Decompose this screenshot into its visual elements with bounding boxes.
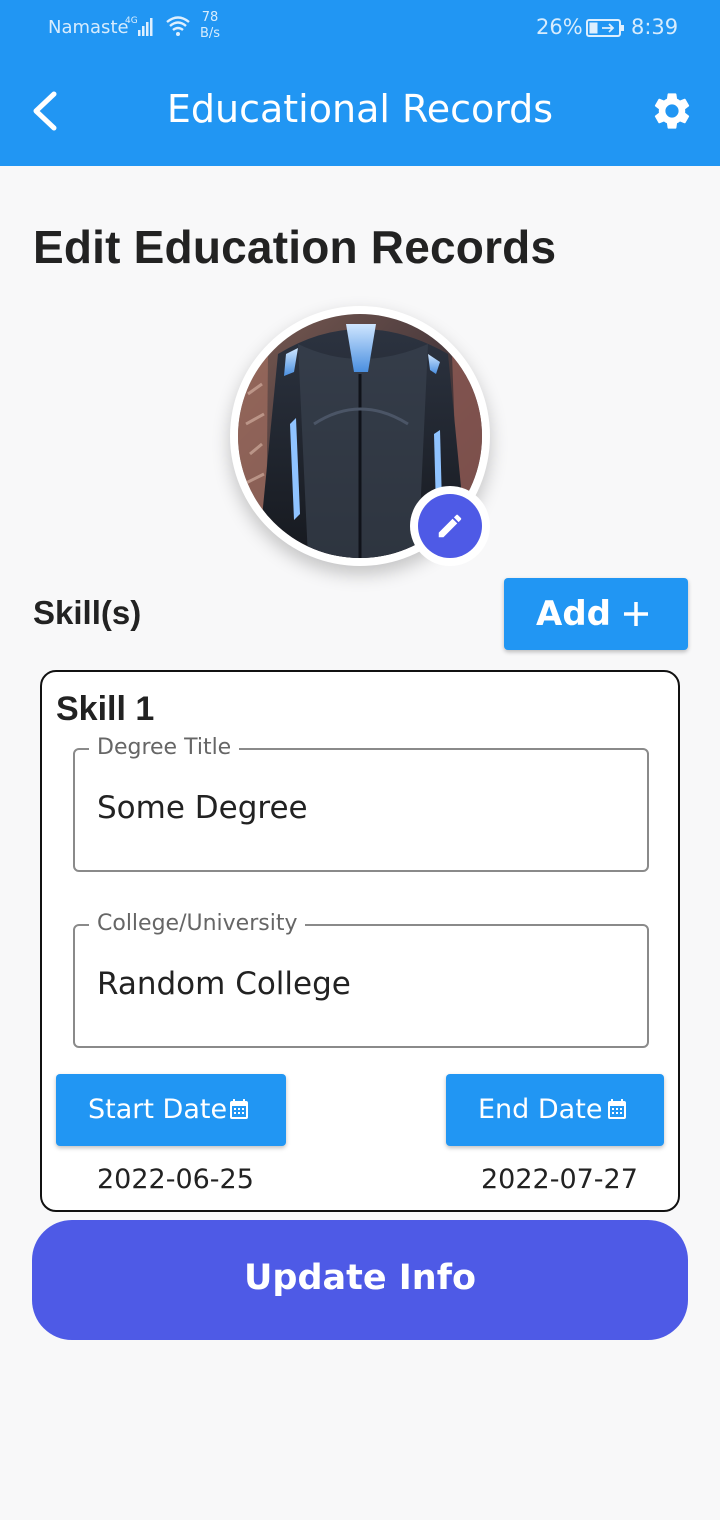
skills-section-label: Skill(s) [33, 594, 142, 631]
degree-title-field[interactable]: Degree Title Some Degree [73, 735, 649, 872]
update-info-button[interactable]: Update Info [32, 1220, 688, 1340]
network-type: 4G [125, 16, 138, 26]
end-date-label: End Date [478, 1094, 603, 1125]
battery-percent: 26% [536, 15, 583, 39]
update-info-label: Update Info [243, 1258, 476, 1298]
start-date-button[interactable]: Start Date [56, 1074, 286, 1146]
start-date-value: 2022-06-25 [97, 1164, 254, 1195]
network-speed: 78 B/s [200, 10, 221, 41]
end-date-value: 2022-07-27 [481, 1164, 638, 1195]
battery-icon [586, 19, 624, 37]
start-date-label: Start Date [88, 1094, 228, 1125]
degree-title-label: Degree Title [89, 735, 240, 761]
edit-photo-button[interactable] [410, 486, 490, 566]
college-label: College/University [89, 911, 306, 937]
page-title: Edit Education Records [33, 221, 557, 273]
signal-wifi-icon: 4G [125, 16, 190, 36]
status-bar: Namaste 4G 78 B/s 26% 8:39 [0, 0, 720, 56]
skill-card-title: Skill 1 [56, 690, 155, 728]
degree-title-value: Some Degree [97, 790, 308, 826]
add-button-label: Add [536, 594, 611, 634]
skill-card: Skill 1 Degree Title Some Degree College… [40, 670, 680, 1212]
gear-icon[interactable] [650, 89, 694, 133]
pencil-icon [438, 514, 462, 538]
college-field[interactable]: College/University Random College [73, 911, 649, 1048]
app-bar: Educational Records [0, 56, 720, 166]
college-value: Random College [97, 966, 351, 1002]
plus-icon [624, 602, 648, 626]
calendar-icon [608, 1099, 626, 1119]
app-bar-title: Educational Records [166, 87, 554, 131]
calendar-icon [230, 1099, 248, 1119]
add-skill-button[interactable]: Add [504, 578, 688, 650]
clock: 8:39 [631, 15, 679, 39]
end-date-button[interactable]: End Date [446, 1074, 664, 1146]
carrier-name: Namaste [48, 17, 129, 38]
